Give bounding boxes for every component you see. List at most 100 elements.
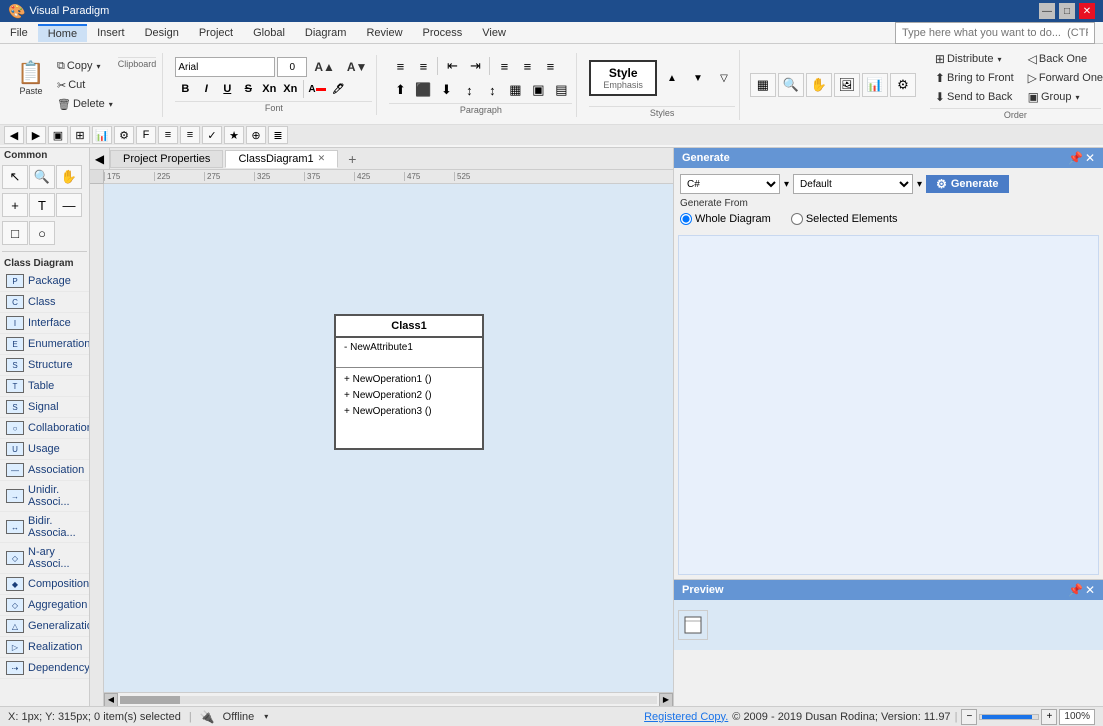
canvas-content[interactable]: Class1 - NewAttribute1 + NewOperation1 (… — [104, 184, 673, 686]
zoom-out-button[interactable]: − — [961, 709, 977, 725]
select-tool-button[interactable]: ↖ — [2, 165, 28, 189]
whole-diagram-radio-label[interactable]: Whole Diagram — [680, 213, 771, 225]
ribbon-tool-3[interactable]: ▣ — [48, 126, 68, 144]
toolbar-icon-5[interactable]: 📊 — [862, 73, 888, 97]
ribbon-tool-9[interactable]: ≡ — [180, 126, 200, 144]
bold-button[interactable]: B — [175, 79, 195, 99]
toolbar-icon-2[interactable]: 🔍 — [778, 73, 804, 97]
font-family-input[interactable] — [175, 57, 275, 77]
sidebar-item-dependency[interactable]: ⇢ Dependency — [0, 658, 89, 679]
generate-button[interactable]: ⚙ Generate — [926, 175, 1008, 193]
ribbon-tool-8[interactable]: ≡ — [158, 126, 178, 144]
scroll-right-button[interactable]: ▶ — [659, 693, 673, 707]
paste-button[interactable]: 📋 Paste — [12, 57, 50, 107]
cut-button[interactable]: ✂ Cut — [52, 76, 118, 94]
template-select[interactable]: Default — [793, 174, 913, 194]
increase-font-button[interactable]: A▲ — [309, 58, 340, 76]
generate-panel-close-button[interactable]: ✕ — [1085, 151, 1095, 165]
close-button[interactable]: ✕ — [1079, 3, 1095, 19]
sidebar-item-usage[interactable]: U Usage — [0, 439, 89, 460]
menu-view[interactable]: View — [472, 25, 516, 41]
toolbar-icon-6[interactable]: ⚙ — [890, 73, 916, 97]
line-spacing-button[interactable]: ↕ — [481, 79, 503, 101]
selected-elements-radio[interactable] — [791, 213, 803, 225]
menu-project[interactable]: Project — [189, 25, 243, 41]
add-tab-button[interactable]: + — [340, 149, 364, 169]
sidebar-item-unidir-assoc[interactable]: → Unidir. Associ... — [0, 481, 89, 512]
rect-tool-button[interactable]: □ — [2, 221, 28, 245]
ribbon-tool-7[interactable]: F — [136, 126, 156, 144]
strikethrough-button[interactable]: S — [238, 79, 258, 99]
menu-file[interactable]: File — [0, 25, 38, 41]
columns-button[interactable]: ▦ — [504, 79, 526, 101]
highlight-button[interactable]: 🖊 — [328, 79, 348, 99]
styles-scroll-up-button[interactable]: ▲ — [661, 67, 683, 89]
styles-scroll-down-button[interactable]: ▼ — [687, 67, 709, 89]
zoom-in-button[interactable]: + — [1041, 709, 1057, 725]
sidebar-item-interface[interactable]: I Interface — [0, 313, 89, 334]
sidebar-item-aggregation[interactable]: ◇ Aggregation — [0, 595, 89, 616]
selected-elements-radio-label[interactable]: Selected Elements — [791, 213, 898, 225]
scroll-left-button[interactable]: ◀ — [104, 693, 118, 707]
tab-class-diagram[interactable]: ClassDiagram1 ✕ — [225, 150, 338, 168]
ellipse-tool-button[interactable]: ○ — [29, 221, 55, 245]
sidebar-item-bidir-assoc[interactable]: ↔ Bidir. Associa... — [0, 512, 89, 543]
sidebar-item-association[interactable]: — Association — [0, 460, 89, 481]
back-one-button[interactable]: ◁ Back One — [1023, 50, 1103, 68]
underline-button[interactable]: U — [217, 79, 237, 99]
ribbon-tool-6[interactable]: ⚙ — [114, 126, 134, 144]
menu-insert[interactable]: Insert — [87, 25, 135, 41]
sidebar-item-table[interactable]: T Table — [0, 376, 89, 397]
ribbon-tool-1[interactable]: ◀ — [4, 126, 24, 144]
sidebar-item-generalization[interactable]: △ Generalization — [0, 616, 89, 637]
sidebar-item-collaboration[interactable]: ○ Collaboration — [0, 418, 89, 439]
bullet-list-button[interactable]: ≡ — [389, 55, 411, 77]
italic-button[interactable]: I — [196, 79, 216, 99]
preview-panel-close-button[interactable]: ✕ — [1085, 583, 1095, 597]
preview-panel-pin-button[interactable]: 📌 — [1068, 583, 1083, 597]
sidebar-item-class[interactable]: C Class — [0, 292, 89, 313]
uml-class-box[interactable]: Class1 - NewAttribute1 + NewOperation1 (… — [334, 314, 484, 450]
global-search-input[interactable] — [895, 22, 1095, 44]
border-button[interactable]: ▣ — [527, 79, 549, 101]
generate-panel-pin-button[interactable]: 📌 — [1068, 151, 1083, 165]
send-to-back-button[interactable]: ⬇ Send to Back — [930, 88, 1019, 106]
sidebar-item-realization[interactable]: ▷ Realization — [0, 637, 89, 658]
tab-close-button[interactable]: ✕ — [318, 153, 326, 164]
superscript-button[interactable]: Xn — [280, 79, 300, 99]
decrease-indent-button[interactable]: ⇤ — [441, 55, 463, 77]
language-select[interactable]: C# Java Python — [680, 174, 780, 194]
minimize-button[interactable]: — — [1039, 3, 1055, 19]
increase-indent-button[interactable]: ⇥ — [464, 55, 486, 77]
sidebar-item-package[interactable]: P Package — [0, 271, 89, 292]
numbered-list-button[interactable]: ≡ — [412, 55, 434, 77]
zoom-slider[interactable] — [979, 714, 1039, 720]
sidebar-item-nary-assoc[interactable]: ◇ N-ary Associ... — [0, 543, 89, 574]
hand-tool-button[interactable]: ✋ — [56, 165, 82, 189]
whole-diagram-radio[interactable] — [680, 213, 692, 225]
forward-one-button[interactable]: ▷ Forward One — [1023, 69, 1103, 87]
align-middle-button[interactable]: ⬛ — [412, 79, 434, 101]
scrollbar-thumb-h[interactable] — [120, 696, 180, 704]
scrollbar-horizontal[interactable]: ◀ ▶ — [104, 692, 673, 706]
scrollbar-track-h[interactable] — [120, 696, 657, 704]
menu-design[interactable]: Design — [135, 25, 189, 41]
zoom-tool-button[interactable]: 🔍 — [29, 165, 55, 189]
menu-home[interactable]: Home — [38, 24, 87, 42]
sidebar-item-enumeration[interactable]: E Enumeration — [0, 334, 89, 355]
sidebar-item-signal[interactable]: S Signal — [0, 397, 89, 418]
shading-button[interactable]: ▤ — [550, 79, 572, 101]
sidebar-item-composition[interactable]: ◆ Composition — [0, 574, 89, 595]
ribbon-tool-4[interactable]: ⊞ — [70, 126, 90, 144]
ribbon-tool-11[interactable]: ★ — [224, 126, 244, 144]
text-tool-button[interactable]: T — [29, 193, 55, 217]
menu-diagram[interactable]: Diagram — [295, 25, 357, 41]
subscript-button[interactable]: Xn — [259, 79, 279, 99]
ribbon-tool-13[interactable]: ≣ — [268, 126, 288, 144]
menu-process[interactable]: Process — [413, 25, 473, 41]
ribbon-tool-5[interactable]: 📊 — [92, 126, 112, 144]
text-direction-button[interactable]: ↕ — [458, 79, 480, 101]
toolbar-icon-1[interactable]: ▦ — [750, 73, 776, 97]
align-right-button[interactable]: ≡ — [539, 55, 561, 77]
toolbar-icon-4[interactable]: 🖼 — [834, 73, 860, 97]
